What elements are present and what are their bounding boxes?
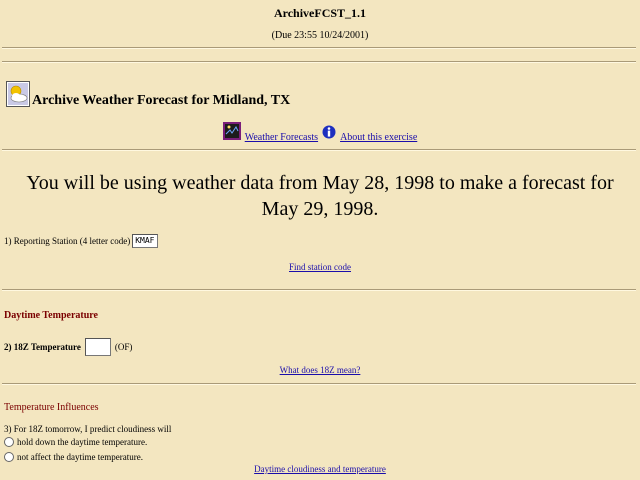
option-not-affect[interactable]: not affect the daytime temperature. (4, 452, 143, 462)
cloudiness-link-row: Daytime cloudiness and temperature (0, 464, 640, 474)
due-date: (Due 23:55 10/24/2001) (271, 30, 369, 41)
option-hold-down[interactable]: hold down the daytime temperature. (4, 437, 147, 447)
temperature-unit: (OF) (114, 342, 133, 352)
radio-button[interactable] (4, 452, 14, 462)
question-2-label: 2) 18Z Temperature (4, 342, 81, 352)
satellite-image-icon[interactable] (222, 122, 241, 143)
cloudiness-temperature-link[interactable]: Daytime cloudiness and temperature (254, 464, 386, 474)
divider (2, 47, 636, 49)
what-18z-link[interactable]: What does 18Z mean? (280, 365, 361, 375)
divider (2, 149, 636, 151)
page-heading: Archive Weather Forecast for Midland, TX (6, 80, 290, 112)
divider (2, 383, 636, 385)
question-1: 1) Reporting Station (4 letter code) KMA… (4, 234, 159, 248)
find-station-code-link[interactable]: Find station code (289, 262, 351, 272)
about-exercise-link[interactable]: About this exercise (340, 132, 417, 143)
heading-text: Archive Weather Forecast for Midland, TX (32, 93, 291, 108)
question-1-label: 1) Reporting Station (4 letter code) (4, 236, 131, 246)
divider (2, 289, 636, 291)
info-icon[interactable] (322, 124, 336, 143)
find-station-row: Find station code (0, 262, 640, 272)
page-title: ArchiveFCST_1.1 (273, 6, 367, 20)
page: ArchiveFCST_1.1 (Due 23:55 10/24/2001) A… (0, 0, 640, 480)
station-code-input[interactable]: KMAF (132, 234, 159, 248)
what-18z-row: What does 18Z mean? (0, 365, 640, 375)
radio-button[interactable] (4, 437, 14, 447)
daytime-temperature-heading: Daytime Temperature (4, 310, 98, 321)
temperature-influences-heading: Temperature Influences (4, 402, 99, 413)
divider (2, 61, 636, 63)
question-3-label: 3) For 18Z tomorrow, I predict cloudines… (4, 424, 172, 434)
option-label: hold down the daytime temperature. (17, 437, 148, 447)
option-label: not affect the daytime temperature. (17, 452, 144, 462)
forecast-note: You will be using weather data from May … (26, 172, 614, 220)
question-2: 2) 18Z Temperature (OF) (4, 338, 132, 356)
temperature-input[interactable] (84, 338, 111, 356)
sun-cloud-icon (6, 80, 30, 112)
nav-links: Weather Forecasts About this exercise (0, 122, 640, 143)
weather-forecasts-link[interactable]: Weather Forecasts (245, 132, 318, 143)
